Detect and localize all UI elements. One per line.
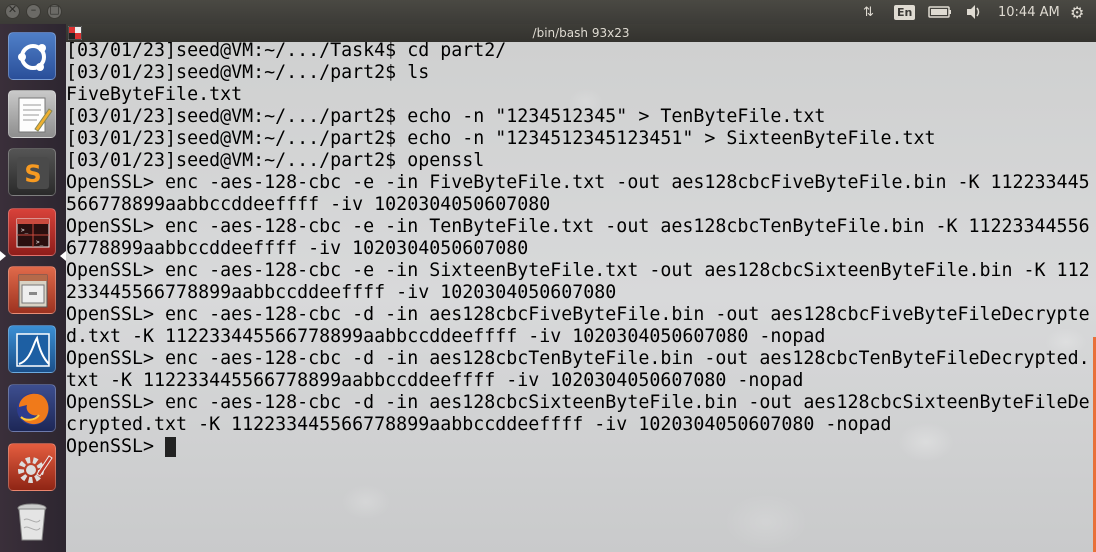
svg-text:>_: >_ xyxy=(36,239,44,246)
top-panel: ✕ – □ ⇅ En 10:44 AM ⚙ xyxy=(0,0,1096,24)
file-cabinet-icon xyxy=(18,274,48,308)
minimize-window-button[interactable]: – xyxy=(26,3,41,19)
launcher-text-editor[interactable] xyxy=(8,90,56,138)
terminal-title: /bin/bash 93x23 xyxy=(532,26,630,40)
launcher-trash[interactable] xyxy=(8,498,56,546)
launcher-terminal[interactable]: >_ >_ xyxy=(8,208,56,256)
system-menu[interactable]: ⚙ xyxy=(1070,0,1084,24)
terminal-prompt-line[interactable]: OpenSSL> xyxy=(66,436,1090,458)
launcher-files[interactable] xyxy=(8,266,56,314)
clock[interactable]: 10:44 AM xyxy=(998,0,1060,24)
ubuntu-logo-icon xyxy=(18,44,46,71)
battery-icon xyxy=(928,6,951,18)
text-editor-icon xyxy=(18,97,53,133)
terminal-line: 233445566778899aabbccddeeffff -iv 102030… xyxy=(66,282,617,303)
terminal-line: OpenSSL> enc -aes-128-cbc -d -in aes128c… xyxy=(66,348,1090,369)
terminal-line: FiveByteFile.txt xyxy=(66,84,243,105)
maximize-window-button[interactable]: □ xyxy=(47,3,62,19)
terminal-line: [03/01/23]seed@VM:~/.../part2$ openssl xyxy=(66,150,485,171)
volume-icon xyxy=(967,5,980,19)
network-arrows-icon: ⇅ xyxy=(863,4,874,20)
network-indicator[interactable]: ⇅ xyxy=(863,0,874,24)
terminal-line: OpenSSL> enc -aes-128-cbc -d -in aes128c… xyxy=(66,304,1090,325)
sublime-text-icon: S xyxy=(17,157,49,189)
terminal-titlebar[interactable]: /bin/bash 93x23 xyxy=(66,24,1096,42)
launcher-ubuntu-dash[interactable] xyxy=(8,32,56,80)
terminal-line: d.txt -K 112233445566778899aabbccddeefff… xyxy=(66,326,826,347)
power-gear-icon: ⚙ xyxy=(1070,2,1085,22)
launcher-sublime-text[interactable]: S xyxy=(8,148,56,196)
terminal-cursor xyxy=(165,437,177,457)
terminal-prompt: OpenSSL> xyxy=(66,436,166,457)
settings-gear-icon xyxy=(18,455,53,483)
close-icon: ✕ xyxy=(7,3,18,16)
launcher-firefox[interactable] xyxy=(8,384,56,432)
terminal-line: OpenSSL> enc -aes-128-cbc -e -in TenByte… xyxy=(66,216,1090,237)
terminal-line: OpenSSL> enc -aes-128-cbc -e -in FiveByt… xyxy=(66,172,1090,193)
terminal-line: OpenSSL> enc -aes-128-cbc -e -in Sixteen… xyxy=(66,260,1090,281)
close-window-button[interactable]: ✕ xyxy=(5,3,20,19)
active-app-indicator xyxy=(0,251,6,261)
terminal-icon: >_ >_ xyxy=(16,218,50,248)
terminal-line: 566778899aabbccddeeffff -iv 102030405060… xyxy=(66,194,551,215)
firefox-icon xyxy=(17,393,49,425)
launcher-system-settings[interactable] xyxy=(8,443,56,491)
wireshark-fin-icon xyxy=(16,333,50,367)
terminal-line: [03/01/23]seed@VM:~/.../Task4$ cd part2/ xyxy=(66,42,507,61)
launcher-wireshark[interactable] xyxy=(8,325,56,373)
terminal-output[interactable]: [03/01/23]seed@VM:~/.../Task4$ cd part2/… xyxy=(66,42,1096,552)
terminal-line: crypted.txt -K 112233445566778899aabbccd… xyxy=(66,414,892,435)
svg-text:>_: >_ xyxy=(21,227,29,234)
terminal-line: OpenSSL> enc -aes-128-cbc -d -in aes128c… xyxy=(66,392,1090,413)
terminal-line: [03/01/23]seed@VM:~/.../part2$ echo -n "… xyxy=(66,106,826,127)
language-badge: En xyxy=(894,4,916,20)
launcher: S >_ >_ xyxy=(0,24,67,552)
volume-indicator[interactable] xyxy=(965,0,983,24)
terminal-line: [03/01/23]seed@VM:~/.../part2$ echo -n "… xyxy=(66,128,936,149)
terminal-line: [03/01/23]seed@VM:~/.../part2$ ls xyxy=(66,62,430,83)
terminal-line: 6778899aabbccddeeffff -iv 10203040506070… xyxy=(66,238,529,259)
terminal-line: txt -K 112233445566778899aabbccddeeffff … xyxy=(66,370,804,391)
trash-icon xyxy=(17,503,47,541)
minimize-icon: – xyxy=(30,3,37,16)
maximize-icon: □ xyxy=(49,3,60,16)
battery-indicator[interactable] xyxy=(928,0,952,24)
keyboard-layout-indicator[interactable]: En xyxy=(894,0,916,24)
svg-text:S: S xyxy=(24,160,41,188)
terminal-text: [03/01/23]seed@VM:~/.../Task4$ cd part2/… xyxy=(66,42,1090,458)
